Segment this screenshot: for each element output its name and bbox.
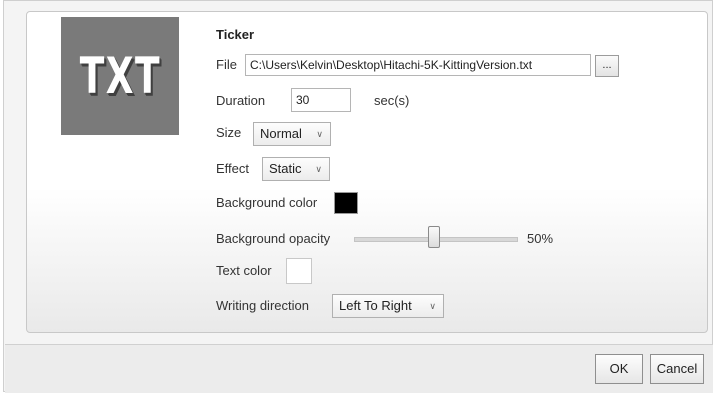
browse-file-button[interactable]: ... [595,55,619,77]
background-color-label: Background color [216,195,318,210]
background-opacity-label: Background opacity [216,231,331,246]
text-color-label: Text color [216,263,272,278]
chevron-down-icon: ∨ [315,164,322,174]
effect-selected: Static [269,161,302,176]
file-label: File [216,57,237,72]
opacity-slider-handle[interactable] [428,226,440,248]
writing-direction-dropdown[interactable]: Left To Right ∨ [332,294,444,318]
writing-direction-label: Writing direction [216,298,309,313]
background-opacity-value: 50% [527,231,554,246]
chevron-down-icon: ∨ [316,129,323,139]
size-dropdown[interactable]: Normal ∨ [253,122,331,146]
duration-label: Duration [216,93,266,108]
background-color-swatch[interactable] [334,192,358,214]
txt-file-thumbnail: TXT [61,17,179,135]
file-path-input[interactable]: C:\Users\Kelvin\Desktop\Hitachi-5K-Kitti… [245,54,591,76]
duration-input[interactable]: 30 [291,88,351,112]
thumbnail-text: TXT [79,47,161,105]
chevron-down-icon: ∨ [429,301,436,311]
writing-direction-selected: Left To Right [339,298,412,313]
cancel-button[interactable]: Cancel [650,354,704,384]
effect-dropdown[interactable]: Static ∨ [262,157,330,181]
text-color-swatch[interactable] [286,258,312,284]
size-selected: Normal [260,126,302,141]
section-title: Ticker [216,27,255,42]
ticker-settings-dialog: TXT Ticker File C:\Users\Kelvin\Desktop\… [3,0,713,393]
effect-label: Effect [216,161,250,176]
size-label: Size [216,125,242,140]
ok-button[interactable]: OK [595,354,643,384]
duration-unit: sec(s) [374,93,410,108]
